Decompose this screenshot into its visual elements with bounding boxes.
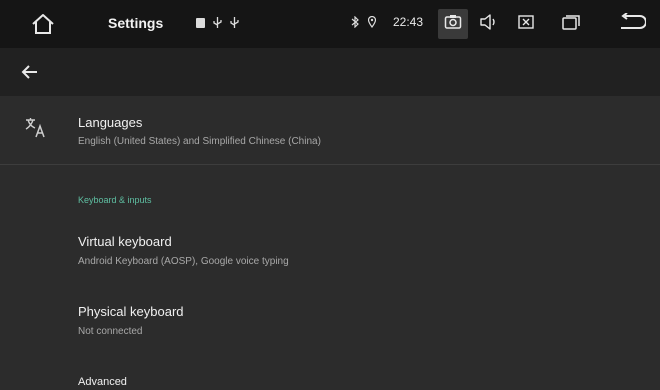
close-box-icon	[518, 14, 534, 34]
status-icons-right	[351, 15, 377, 33]
camera-icon	[444, 14, 462, 35]
bluetooth-icon	[351, 15, 359, 33]
system-back-button[interactable]	[614, 9, 650, 39]
physical-keyboard-title: Physical keyboard	[78, 304, 184, 319]
list-item-advanced[interactable]: Advanced	[0, 368, 660, 390]
clock: 22:43	[393, 15, 424, 29]
divider	[0, 164, 660, 165]
sd-card-icon	[196, 15, 205, 33]
usb-icon	[213, 15, 222, 33]
virtual-keyboard-title: Virtual keyboard	[78, 234, 172, 249]
list-item-physical-keyboard[interactable]: Physical keyboard Not connected	[0, 294, 660, 344]
usb-icon	[230, 15, 239, 33]
status-icons-left	[196, 15, 239, 33]
app-title: Settings	[108, 15, 164, 31]
close-window-button[interactable]	[511, 9, 541, 39]
recents-icon	[562, 14, 580, 35]
system-bar: Settings 22:43	[0, 0, 660, 48]
location-icon	[367, 15, 377, 33]
list-item-virtual-keyboard[interactable]: Virtual keyboard Android Keyboard (AOSP)…	[0, 224, 660, 274]
translate-icon	[24, 116, 48, 140]
volume-button[interactable]	[474, 9, 504, 39]
languages-title: Languages	[78, 115, 143, 130]
advanced-title: Advanced	[78, 376, 127, 388]
recents-button[interactable]	[556, 9, 586, 39]
physical-keyboard-subtitle: Not connected	[78, 326, 143, 337]
volume-icon	[479, 13, 499, 35]
back-icon	[618, 11, 647, 36]
action-bar	[0, 48, 660, 96]
virtual-keyboard-subtitle: Android Keyboard (AOSP), Google voice ty…	[78, 256, 289, 267]
home-icon[interactable]	[30, 12, 56, 36]
languages-subtitle: English (United States) and Simplified C…	[78, 136, 321, 147]
section-header-keyboard: Keyboard & inputs	[78, 195, 152, 205]
back-arrow-icon[interactable]	[20, 62, 40, 82]
list-item-languages[interactable]: Languages English (United States) and Si…	[0, 96, 660, 164]
settings-list: Languages English (United States) and Si…	[0, 96, 660, 390]
settings-screen: Settings 22:43 Languages English (United…	[0, 0, 660, 390]
screenshot-button[interactable]	[438, 9, 468, 39]
